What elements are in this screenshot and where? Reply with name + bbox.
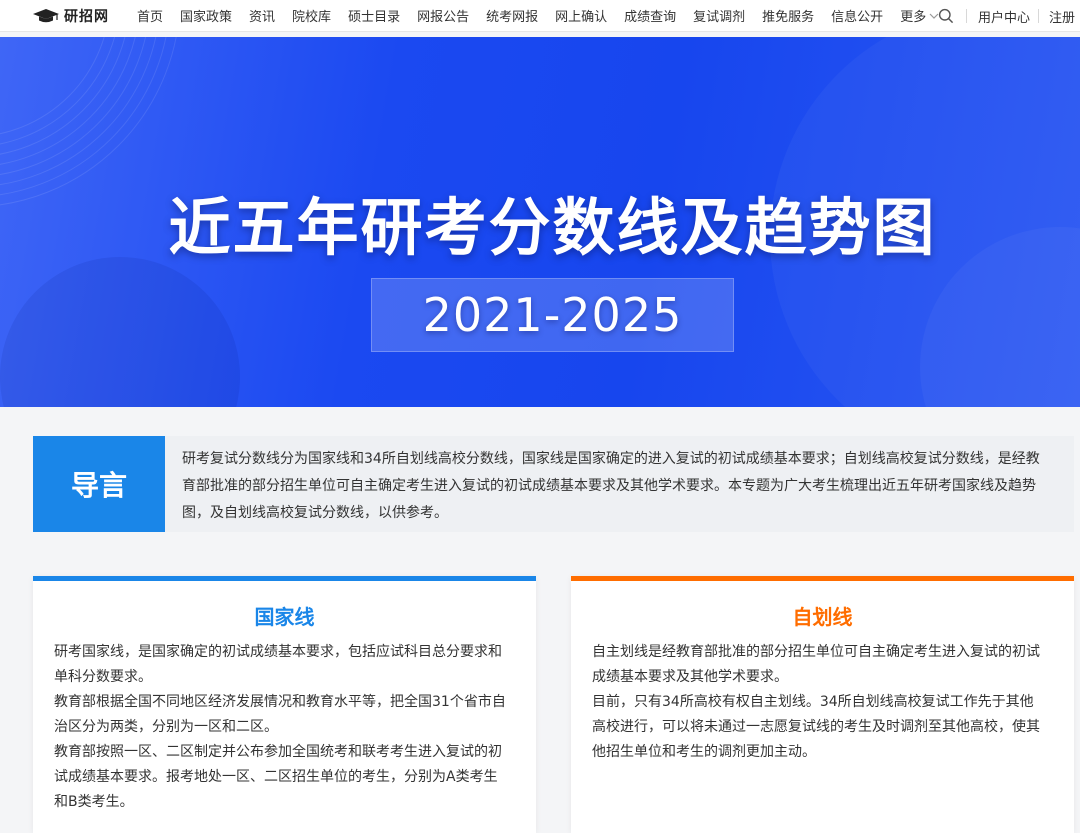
- national-line-card[interactable]: 国家线 研考国家线，是国家确定的初试成绩基本要求，包括应试科目总分要求和单科分数…: [33, 576, 536, 833]
- nav-item[interactable]: 首页: [137, 6, 163, 25]
- search-icon[interactable]: [938, 8, 954, 24]
- nav-divider: [1038, 9, 1039, 23]
- banner-years-box: 2021-2025: [371, 278, 734, 352]
- nav-item[interactable]: 复试调剂: [693, 6, 745, 25]
- national-paragraph: 教育部根据全国不同地区经济发展情况和教育水平等，把全国31个省市自治区分为两类，…: [54, 694, 506, 735]
- main-nav: 首页 国家政策 资讯 院校库 硕士目录 网报公告 统考网报 网上确认 成绩查询 复试调剂 推免服务信…: [137, 6, 956, 25]
- intro-text: 研考复试分数线分为国家线和34所自划线高校分数线，国家线是国家确定的进入复试的初…: [182, 451, 1040, 521]
- nav-item[interactable]: 推免服务: [762, 6, 814, 25]
- hero-banner: 近五年研考分数线及趋势图 2021-2025: [0, 37, 1080, 407]
- nav-item[interactable]: 网报公告: [417, 6, 469, 25]
- self-paragraph: 目前，只有34所高校有权自主划线。34所自划线高校复试工作先于其他高校进行，可以…: [592, 694, 1040, 760]
- graduation-cap-icon: [33, 8, 59, 22]
- intro-section: 导言 研考复试分数线分为国家线和34所自划线高校分数线，国家线是国家确定的进入复…: [33, 436, 1074, 532]
- self-line-card[interactable]: 自划线 自主划线是经教育部批准的部分招生单位可自主确定考生进入复试的初试成绩基本…: [571, 576, 1074, 833]
- site-name: 研招网: [64, 8, 109, 25]
- nav-item[interactable]: 网上确认: [555, 6, 607, 25]
- self-line-body: 自主划线是经教育部批准的部分招生单位可自主确定考生进入复试的初试成绩基本要求及其…: [571, 632, 1074, 765]
- national-line-title: 国家线: [254, 605, 315, 629]
- intro-label: 导言: [33, 436, 165, 532]
- self-paragraph: 自主划线是经教育部批准的部分招生单位可自主确定考生进入复试的初试成绩基本要求及其…: [592, 644, 1040, 685]
- nav-item[interactable]: 信息公开: [831, 6, 883, 25]
- site-logo[interactable]: 研招网: [32, 6, 116, 26]
- nav-item[interactable]: 院校库: [292, 6, 331, 25]
- nav-item[interactable]: 硕士目录: [348, 6, 400, 25]
- nav-item-more[interactable]: 更多: [900, 6, 939, 25]
- nav-item[interactable]: 统考网报: [486, 6, 538, 25]
- nav-more-label: 更多: [900, 10, 927, 25]
- nav-item[interactable]: 成绩查询: [624, 6, 676, 25]
- top-navbar: 研招网 首页 国家政策 资讯 院校库 硕士目录 网报公告 统考网报 网上确认 成绩查询 复试调剂推…: [0, 0, 1080, 32]
- national-paragraph: 教育部按照一区、二区制定并公布参加全国统考和联考考生进入复试的初试成绩基本要求。…: [54, 744, 502, 810]
- national-line-body: 研考国家线，是国家确定的初试成绩基本要求，包括应试科目总分要求和单科分数要求。 …: [33, 632, 536, 815]
- banner-title: 近五年研考分数线及趋势图: [168, 191, 937, 264]
- nav-item[interactable]: 国家政策: [180, 6, 232, 25]
- nav-divider: [966, 9, 967, 23]
- self-line-title: 自划线: [792, 605, 853, 629]
- register-link[interactable]: 注册: [1049, 7, 1075, 26]
- user-center-link[interactable]: 用户中心: [978, 7, 1030, 26]
- national-paragraph: 研考国家线，是国家确定的初试成绩基本要求，包括应试科目总分要求和单科分数要求。: [54, 644, 502, 685]
- banner-years: 2021-2025: [422, 288, 683, 342]
- nav-item[interactable]: 资讯: [249, 6, 275, 25]
